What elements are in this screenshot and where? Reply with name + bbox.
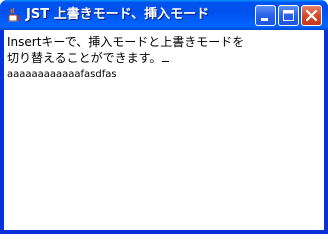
minimize-button[interactable] bbox=[255, 5, 276, 26]
content-pane: Insertキーで、挿入モードと上書きモードを 切り替えることができます。 aa… bbox=[4, 30, 324, 230]
close-button[interactable] bbox=[301, 5, 322, 26]
window-title: JST 上書きモード、挿入モード bbox=[26, 7, 210, 22]
text-line-content: 切り替えることができます。 bbox=[7, 51, 162, 65]
text-line: Insertキーで、挿入モードと上書きモードを bbox=[7, 35, 245, 49]
close-icon bbox=[305, 9, 318, 22]
minimize-icon bbox=[261, 18, 268, 21]
maximize-icon bbox=[283, 10, 294, 21]
maximize-button[interactable] bbox=[278, 5, 299, 26]
app-window: JST 上書きモード、挿入モード Insertキーで、挿入モードと上書きモードを… bbox=[0, 0, 328, 234]
text-line: 切り替えることができます。 bbox=[7, 50, 170, 66]
text-editor[interactable]: Insertキーで、挿入モードと上書きモードを 切り替えることができます。 aa… bbox=[4, 30, 324, 230]
title-bar[interactable]: JST 上書きモード、挿入モード bbox=[0, 0, 328, 30]
text-line: aaaaaaaaaaaafasdfas bbox=[7, 69, 117, 80]
text-caret bbox=[162, 61, 170, 62]
java-cup-icon[interactable] bbox=[6, 7, 22, 23]
